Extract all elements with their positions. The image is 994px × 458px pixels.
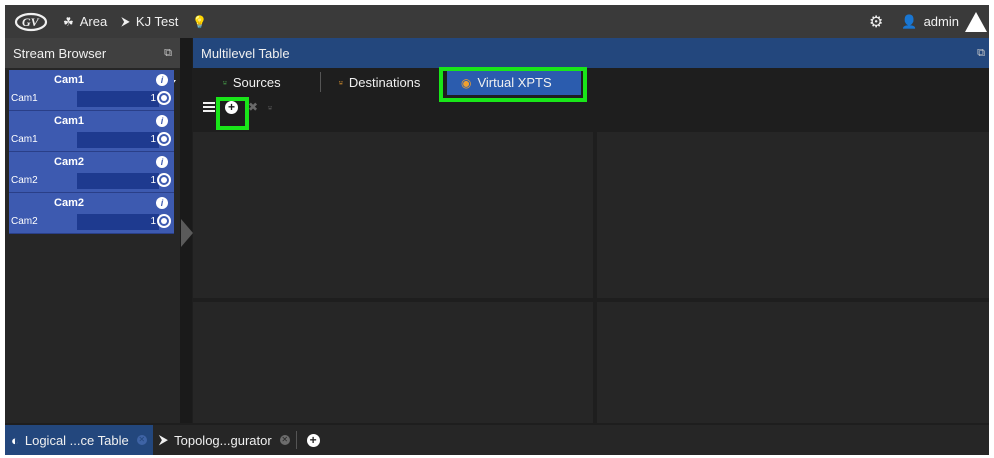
lightbulb-icon: 💡	[192, 14, 208, 29]
delete-icon[interactable]: ✖	[248, 100, 258, 114]
stream-item[interactable]: Cam2 i Cam2 1	[9, 193, 174, 234]
info-icon[interactable]: i	[156, 115, 168, 127]
tab-logical-table[interactable]: ◐ Logical ...ce Table ✕	[5, 425, 153, 455]
highlight-add-button	[216, 97, 249, 130]
tab-sources-label: Sources	[232, 75, 281, 90]
kj-test-label: KJ Test	[135, 14, 179, 29]
stream-title: Cam2	[54, 156, 84, 168]
bottom-tab-bar: ◐ Logical ...ce Table ✕ ⮞ Topolog...gura…	[5, 425, 989, 455]
multilevel-table-header: Multilevel Table ⧉	[193, 38, 989, 68]
grid-cell	[597, 132, 989, 298]
stream-subtitle: Cam1	[11, 93, 38, 104]
link-icon[interactable]: ⸚	[268, 99, 272, 116]
stream-value: 1	[77, 91, 159, 107]
stream-subtitle: Cam2	[11, 216, 38, 227]
stream-value: 1	[77, 214, 159, 230]
undock-icon[interactable]: ⧉	[977, 47, 985, 60]
app-window: GV ☘ Area ⮞ KJ Test 💡 ⚙ 👤 admin Stream B…	[5, 5, 989, 455]
user-label: admin	[923, 14, 959, 29]
logical-icon: ◐	[11, 432, 19, 448]
stream-list: Cam1 i Cam1 1 Cam1 i Cam1 1 Cam2 i Cam2 …	[9, 70, 174, 234]
target-icon[interactable]	[157, 214, 171, 228]
add-tab-icon[interactable]: +	[306, 433, 320, 447]
user-icon: 👤	[901, 13, 918, 29]
tab-topology-configurator[interactable]: ⮞ Topolog...gurator ✕	[153, 425, 296, 455]
stream-subtitle: Cam1	[11, 134, 38, 145]
gv-logo-icon[interactable]: GV	[13, 11, 49, 33]
list-icon[interactable]	[203, 102, 215, 112]
grid-cell	[193, 132, 593, 298]
topology-icon: ⮞	[158, 432, 169, 447]
table-toolbar: + ✖ ⸚	[193, 96, 989, 118]
target-icon[interactable]	[157, 132, 171, 146]
stream-value: 1	[77, 173, 159, 189]
collapse-handle-icon[interactable]	[181, 219, 193, 247]
table-tabs: ⸚ Sources ⸚ Destinations ◉ Virtual XPTS	[193, 68, 989, 96]
multilevel-table-title: Multilevel Table	[201, 45, 290, 61]
tab-divider	[295, 431, 297, 449]
highlight-virtual-xpts	[439, 67, 587, 102]
sources-icon: ⸚	[223, 76, 227, 90]
stream-browser-title: Stream Browser	[13, 45, 107, 61]
topology-icon: ⮞	[121, 14, 130, 28]
target-icon[interactable]	[157, 173, 171, 187]
warning-triangle-icon[interactable]	[965, 11, 987, 32]
grid-cell	[193, 302, 593, 423]
multilevel-table-panel: Multilevel Table ⧉ ⸚ Sources ⸚ Destinati…	[193, 38, 989, 423]
stream-subtitle: Cam2	[11, 175, 38, 186]
tab-divider	[320, 72, 321, 92]
stream-title: Cam1	[54, 74, 84, 86]
tab-destinations[interactable]: ⸚ Destinations	[339, 70, 420, 95]
stream-browser-header: Stream Browser ⧉	[5, 38, 180, 68]
tab-logical-label: Logical ...ce Table	[24, 432, 129, 448]
info-icon[interactable]: i	[156, 197, 168, 209]
target-icon[interactable]	[157, 91, 171, 105]
stream-item[interactable]: Cam1 i Cam1 1	[9, 111, 174, 152]
stream-title: Cam2	[54, 197, 84, 209]
kj-test-menu[interactable]: ⮞ KJ Test	[121, 14, 178, 29]
info-icon[interactable]: i	[156, 156, 168, 168]
destinations-icon: ⸚	[339, 76, 343, 90]
stream-item[interactable]: Cam2 i Cam2 1	[9, 152, 174, 193]
info-icon[interactable]: i	[156, 74, 168, 86]
tab-destinations-label: Destinations	[348, 75, 421, 90]
undock-icon[interactable]: ⧉	[164, 47, 172, 60]
close-icon[interactable]: ✕	[279, 435, 290, 445]
area-icon: ☘	[63, 14, 74, 29]
stream-value: 1	[77, 132, 159, 148]
top-bar: GV ☘ Area ⮞ KJ Test 💡 ⚙ 👤 admin	[5, 5, 989, 38]
gear-icon[interactable]: ⚙	[869, 12, 883, 32]
tab-sources[interactable]: ⸚ Sources	[223, 70, 281, 95]
lightbulb-button[interactable]: 💡	[192, 15, 213, 29]
stream-item[interactable]: Cam1 i Cam1 1	[9, 70, 174, 111]
tab-topology-label: Topolog...gurator	[174, 432, 272, 448]
area-menu[interactable]: ☘ Area	[63, 14, 107, 29]
area-label: Area	[79, 14, 108, 29]
stream-title: Cam1	[54, 115, 84, 127]
virtual-xpt-grid	[193, 132, 989, 423]
svg-text:GV: GV	[22, 15, 40, 29]
grid-cell	[597, 302, 989, 423]
close-icon[interactable]: ✕	[136, 435, 147, 445]
user-menu[interactable]: 👤 admin	[901, 14, 959, 30]
